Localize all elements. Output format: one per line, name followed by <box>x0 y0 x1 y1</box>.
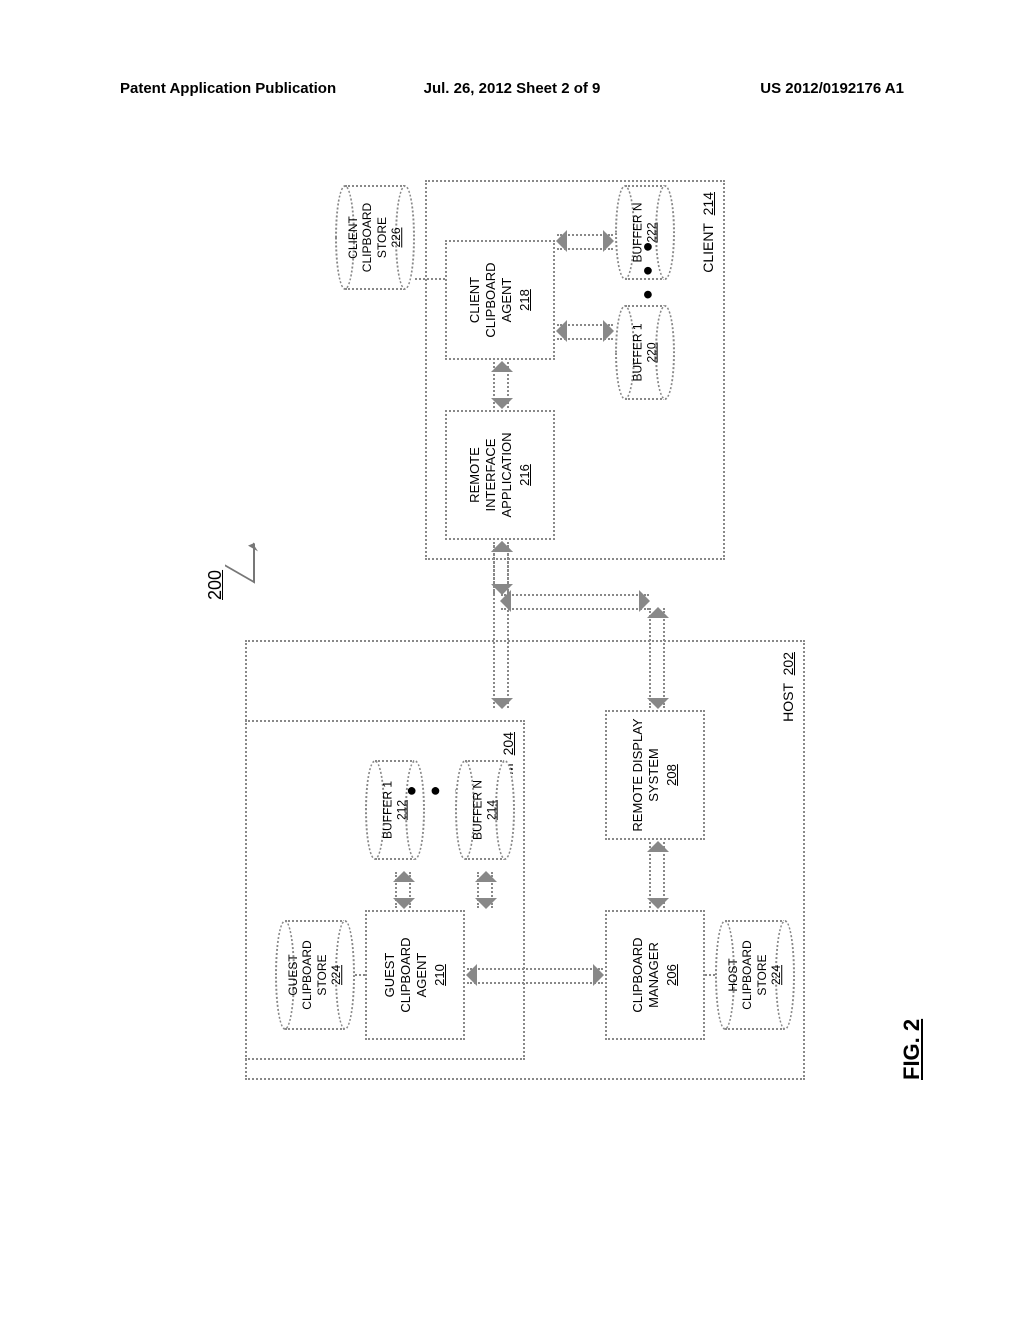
gcs-num: 224 <box>329 924 343 1026</box>
guest-clipboard-agent: GUEST CLIPBOARD AGENT 210 <box>365 910 465 1040</box>
clipboard-manager: CLIPBOARD MANAGER 206 <box>605 910 705 1040</box>
client-num: 214 <box>700 192 716 215</box>
cbn-num: 222 <box>645 189 659 276</box>
client-label: CLIENT 214 <box>700 192 718 273</box>
ccs-label: CLIENT CLIPBOARD STORE <box>346 203 389 272</box>
gca-label: GUEST CLIPBOARD AGENT <box>382 916 431 1034</box>
vm-b1-num: 212 <box>395 764 409 856</box>
cca-label: CLIENT CLIPBOARD AGENT <box>467 246 516 354</box>
vm-b1-label: BUFFER 1 <box>381 781 395 839</box>
conn-gca-bn <box>477 872 493 908</box>
guest-clipboard-store: GUEST CLIPBOARD STORE 224 <box>275 920 355 1030</box>
cb1-num: 220 <box>645 309 659 396</box>
hcs-line <box>705 974 715 976</box>
conn-rds-ria-top <box>493 542 509 594</box>
remote-display-system: REMOTE DISPLAY SYSTEM 208 <box>605 710 705 840</box>
conn-gca-b1 <box>395 872 411 908</box>
rds-label: REMOTE DISPLAY SYSTEM <box>630 716 663 834</box>
host-num: 202 <box>780 652 796 675</box>
figure-wrap: FIG. 2 200 HOST 202 VM 204 GUEST CLIPBOA… <box>110 180 1010 1080</box>
vm-bn-label: BUFFER N <box>471 780 485 840</box>
conn-cbm-rds <box>649 842 665 908</box>
rds-num: 208 <box>664 764 680 786</box>
figure-stage: FIG. 2 200 HOST 202 VM 204 GUEST CLIPBOA… <box>245 180 875 1080</box>
host-label: HOST 202 <box>780 652 798 722</box>
vm-buffer-1: BUFFER 1 212 <box>365 760 425 860</box>
conn-cca-bn <box>557 234 613 250</box>
cca-num: 218 <box>517 289 533 311</box>
ria-num: 216 <box>517 464 533 486</box>
vm-buffer-n: BUFFER N 214 <box>455 760 515 860</box>
cbn-label: BUFFER N <box>631 203 645 263</box>
header-left: Patent Application Publication <box>120 80 381 97</box>
gca-num: 210 <box>432 964 448 986</box>
conn-gca-cbm <box>467 968 603 984</box>
header-mid: Jul. 26, 2012 Sheet 2 of 9 <box>381 80 642 97</box>
gcs-line <box>355 974 365 976</box>
ccs-line <box>415 278 445 280</box>
client-clipboard-store: CLIENT CLIPBOARD STORE 226 <box>335 185 415 290</box>
figure-label: FIG. 2 <box>899 1019 925 1080</box>
conn-rds-ria-seg <box>649 608 665 708</box>
client-clipboard-agent: CLIENT CLIPBOARD AGENT 218 <box>445 240 555 360</box>
conn-ria-cca <box>493 362 509 408</box>
client-label-text: CLIENT <box>700 223 716 273</box>
host-label-text: HOST <box>780 683 796 722</box>
ccs-num: 226 <box>389 189 403 286</box>
cbm-label: CLIPBOARD MANAGER <box>630 916 663 1034</box>
cbm-num: 206 <box>664 964 680 986</box>
host-clipboard-store: HOST CLIPBOARD STORE 224 <box>715 920 795 1030</box>
vm-bn-num: 214 <box>485 764 499 856</box>
remote-interface-app: REMOTE INTERFACE APPLICATION 216 <box>445 410 555 540</box>
ria-label: REMOTE INTERFACE APPLICATION <box>467 416 516 534</box>
page-header: Patent Application Publication Jul. 26, … <box>0 80 1024 97</box>
hcs-num: 224 <box>769 924 783 1026</box>
vm-num: 204 <box>500 732 516 755</box>
figure-ref-arrow <box>225 526 255 583</box>
cb1-label: BUFFER 1 <box>631 324 645 382</box>
header-right: US 2012/0192176 A1 <box>643 80 904 97</box>
hcs-label: HOST CLIPBOARD STORE <box>726 940 769 1009</box>
conn-rds-ria-v <box>501 594 649 610</box>
gcs-label: GUEST CLIPBOARD STORE <box>286 940 329 1009</box>
figure-ref: 200 <box>205 570 226 600</box>
conn-cca-b1 <box>557 324 613 340</box>
